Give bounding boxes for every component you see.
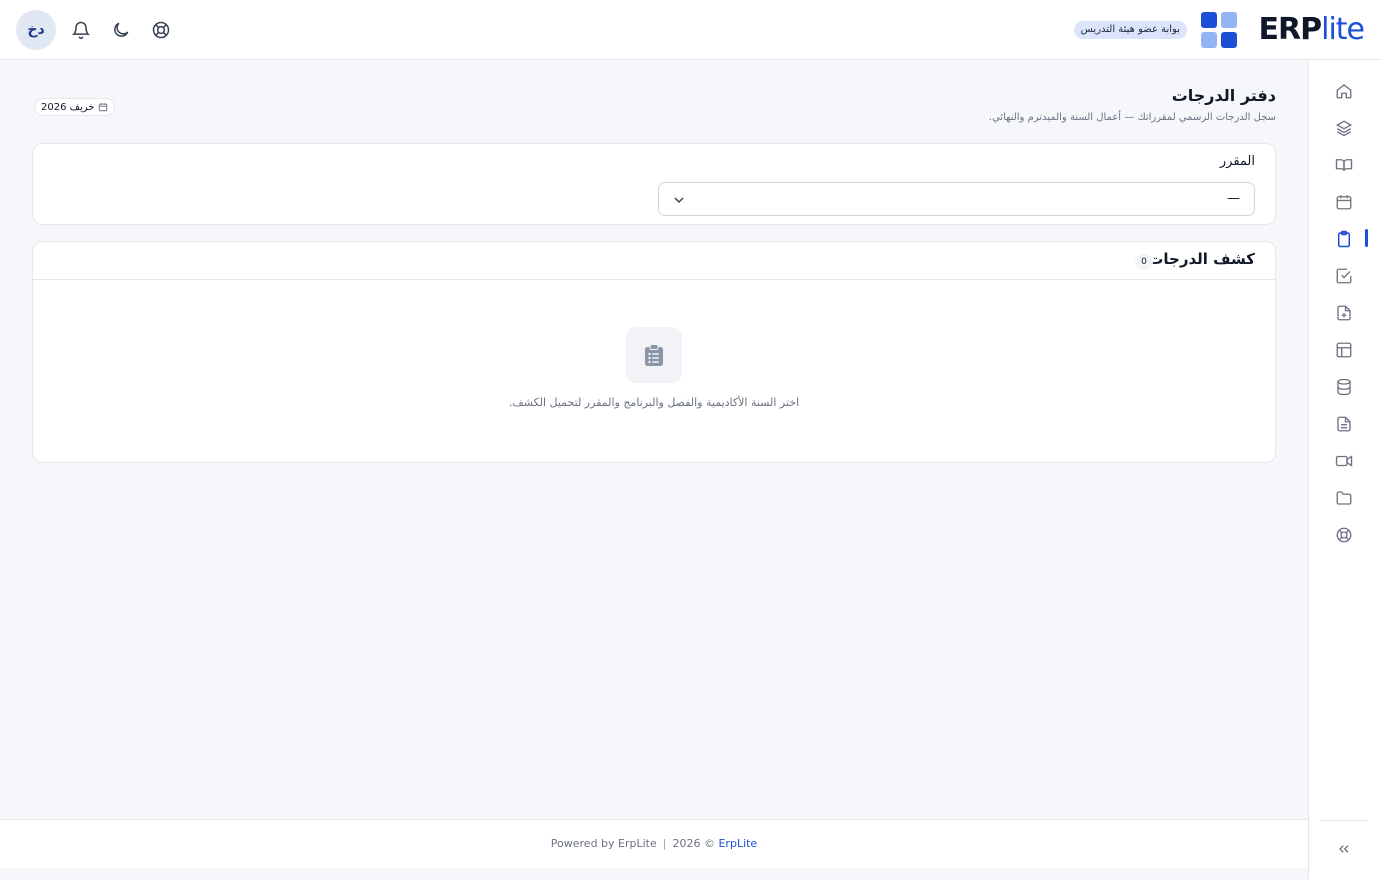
brand-logo-icon	[1200, 12, 1237, 48]
clipboard-list-icon	[645, 344, 663, 366]
brand[interactable]: ERPlite	[1200, 12, 1365, 48]
course-filter-card: المقرر —	[32, 143, 1276, 225]
term-badge[interactable]: خريف 2026	[34, 98, 116, 116]
sidebar-collapse-button[interactable]	[1333, 838, 1355, 860]
footer-separator: |	[662, 837, 667, 850]
help-button[interactable]	[145, 14, 177, 46]
chevrons-left-icon	[1339, 845, 1349, 853]
page-title: دفتر الدرجات	[1171, 86, 1276, 105]
moon-icon	[114, 22, 129, 37]
grades-sheet-header: كشف الدرجات 0	[33, 242, 1275, 280]
term-label: خريف 2026	[41, 101, 95, 113]
notifications-button[interactable]	[65, 14, 97, 46]
book-icon	[1335, 159, 1353, 172]
calendar-icon	[1336, 195, 1352, 210]
bell-icon	[71, 21, 91, 40]
file-text-icon	[1337, 416, 1351, 432]
grades-count-badge: 0	[1135, 254, 1153, 270]
course-select-value: —	[1227, 191, 1240, 206]
sidebar-item-folders[interactable]	[1333, 487, 1355, 509]
grades-sheet-card: كشف الدرجات 0 اختر السنة الأكاديمية والف…	[32, 241, 1276, 463]
brand-name-accent: lite	[1321, 12, 1365, 47]
portal-badge: بوابة عضو هيئة التدريس	[1073, 21, 1187, 39]
home-icon	[1336, 84, 1352, 99]
empty-state-clipboard-icon	[626, 327, 682, 383]
empty-state-message: اختر السنة الأكاديمية والفصل والبرنامج و…	[508, 396, 800, 409]
sidebar-item-layers[interactable]	[1333, 117, 1355, 139]
sidebar-item-support[interactable]	[1333, 524, 1355, 546]
file-plus-icon	[1337, 305, 1351, 321]
check-square-icon	[1336, 268, 1352, 284]
layers-icon	[1335, 120, 1353, 137]
sidebar-active-indicator	[1365, 229, 1368, 247]
brand-name: ERPlite	[1258, 12, 1365, 48]
footer-powered: Powered by ErpLite	[550, 837, 657, 850]
chevron-down-icon	[674, 197, 684, 204]
sidebar-item-video[interactable]	[1333, 450, 1355, 472]
grades-sheet-title: كشف الدرجات	[1148, 250, 1255, 268]
avatar[interactable]: دخ	[16, 10, 56, 50]
course-label: المقرر	[1219, 154, 1255, 169]
course-select[interactable]: —	[658, 182, 1255, 216]
sidebar-item-documents[interactable]	[1333, 413, 1355, 435]
footer-text: Powered by ErpLite | 2026 © ErpLite	[0, 837, 1308, 850]
sidebar	[1308, 60, 1380, 880]
theme-toggle-button[interactable]	[105, 14, 137, 46]
sidebar-item-database[interactable]	[1333, 376, 1355, 398]
sidebar-divider	[1320, 820, 1368, 821]
layout-icon	[1336, 342, 1352, 358]
clipboard-icon	[1338, 230, 1350, 248]
database-icon	[1337, 378, 1351, 396]
footer-copyright: 2026 ©	[672, 837, 715, 850]
help-icon	[152, 21, 170, 39]
sidebar-item-layout[interactable]	[1333, 339, 1355, 361]
sidebar-item-courses[interactable]	[1333, 154, 1355, 176]
calendar-icon	[99, 103, 108, 112]
page-subtitle: سجل الدرجات الرسمي لمقرراتك — أعمال السن…	[988, 112, 1276, 123]
lifebuoy-icon	[1336, 527, 1352, 543]
top-header: ERPlite بوابة عضو هيئة التدريس دخ	[0, 0, 1380, 60]
footer-brand-link[interactable]: ErpLite	[718, 837, 757, 850]
brand-name-main: ERP	[1258, 12, 1323, 47]
sidebar-item-attendance[interactable]	[1333, 265, 1355, 287]
sidebar-item-home[interactable]	[1333, 80, 1355, 102]
sidebar-item-gradebook[interactable]	[1333, 228, 1355, 250]
sidebar-item-new-file[interactable]	[1333, 302, 1355, 324]
folder-icon	[1336, 491, 1352, 505]
video-icon	[1335, 455, 1353, 467]
footer: Powered by ErpLite | 2026 © ErpLite	[0, 819, 1308, 868]
sidebar-item-calendar[interactable]	[1333, 191, 1355, 213]
